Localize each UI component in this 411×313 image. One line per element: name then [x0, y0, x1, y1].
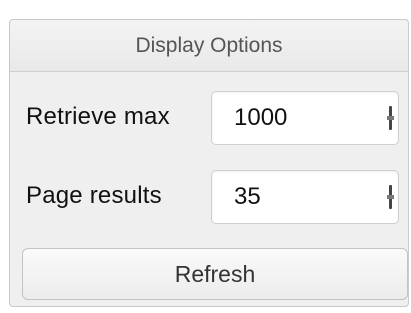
retrieve-max-select[interactable]: 1000 [211, 91, 399, 145]
retrieve-max-label: Retrieve max [26, 103, 170, 130]
refresh-button[interactable]: Refresh [22, 248, 408, 300]
page-results-select[interactable]: 35 [211, 170, 399, 224]
panel-title: Display Options [10, 20, 408, 72]
retrieve-max-value: 1000 [234, 104, 288, 131]
select-handle-icon [387, 106, 394, 130]
select-handle-icon [387, 185, 394, 209]
page-results-value: 35 [234, 183, 261, 210]
page-results-label: Page results [26, 182, 162, 209]
